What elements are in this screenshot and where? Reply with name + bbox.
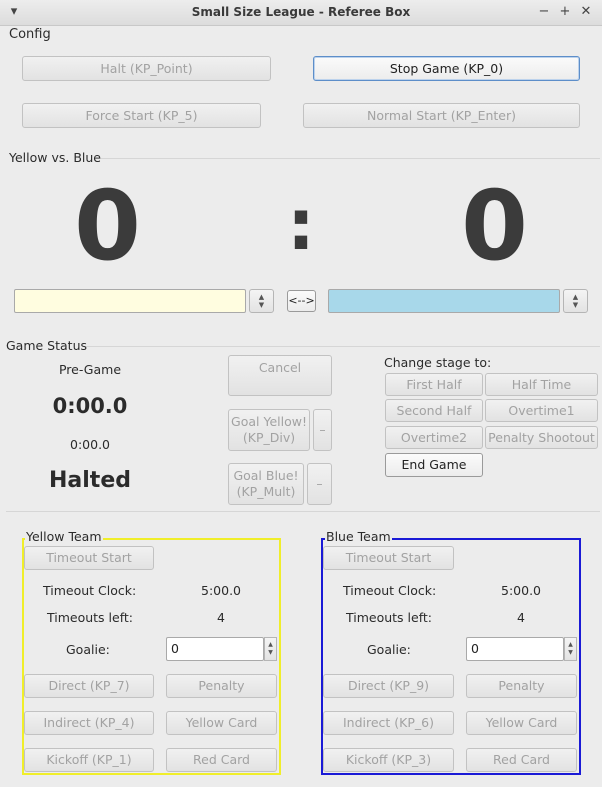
game-time-secondary: 0:00.0	[70, 437, 110, 452]
goal-blue-button[interactable]: Goal Blue! (KP_Mult)	[228, 463, 304, 505]
yellow-goalie-label: Goalie:	[66, 642, 110, 657]
blue-team-title: Blue Team	[325, 529, 392, 544]
yellow-team-name-field[interactable]	[14, 289, 246, 313]
chevron-up-icon: ▲	[572, 293, 579, 301]
chevron-down-icon: ▼	[572, 301, 579, 309]
blue-direct-button[interactable]: Direct (KP_9)	[323, 674, 454, 698]
end-game-button[interactable]: End Game	[385, 453, 483, 477]
blue-kickoff-button[interactable]: Kickoff (KP_3)	[323, 748, 454, 772]
chevron-up-icon: ▲	[268, 641, 273, 648]
blue-goalie-spinner[interactable]: ▲ ▼	[564, 637, 577, 661]
blue-team-name-field[interactable]	[328, 289, 560, 313]
stop-game-button[interactable]: Stop Game (KP_0)	[313, 56, 580, 81]
yellow-timeouts-left-label: Timeouts left:	[47, 610, 134, 625]
force-start-button[interactable]: Force Start (KP_5)	[22, 103, 261, 128]
status-bottom-line	[6, 511, 600, 512]
cancel-button[interactable]: Cancel	[228, 355, 332, 396]
blue-timeout-clock: 5:00.0	[501, 583, 541, 598]
window-title: Small Size League - Referee Box	[191, 5, 411, 19]
blue-team-spinner[interactable]: ▲ ▼	[563, 289, 588, 313]
goal-yellow-button[interactable]: Goal Yellow! (KP_Div)	[228, 409, 310, 451]
stage-label: Pre-Game	[58, 362, 122, 377]
yellow-team-title: Yellow Team	[25, 529, 103, 544]
blue-timeouts-left-label: Timeouts left:	[346, 610, 433, 625]
game-time-main: 0:00.0	[52, 394, 128, 418]
yellow-yellow-card-button[interactable]: Yellow Card	[166, 711, 277, 735]
chevron-up-icon: ▲	[568, 641, 573, 648]
minimize-icon[interactable]: −	[536, 4, 552, 19]
chevron-down-icon: ▼	[268, 649, 273, 656]
blue-red-card-button[interactable]: Red Card	[466, 748, 577, 772]
change-stage-label: Change stage to:	[384, 355, 492, 370]
blue-goalie-label: Goalie:	[367, 642, 411, 657]
yellow-indirect-button[interactable]: Indirect (KP_4)	[24, 711, 154, 735]
overtime1-button[interactable]: Overtime1	[485, 399, 598, 422]
yellow-goal-minus-button[interactable]: –	[313, 409, 332, 451]
penalty-shootout-button[interactable]: Penalty Shootout	[485, 426, 598, 449]
blue-goalie-input[interactable]: 0	[466, 637, 564, 661]
yellow-timeouts-left: 4	[217, 610, 225, 625]
score-separator: :	[287, 184, 315, 266]
score-group-title: Yellow vs. Blue	[9, 150, 101, 165]
blue-timeouts-left: 4	[517, 610, 525, 625]
yellow-penalty-button[interactable]: Penalty	[166, 674, 277, 698]
yellow-timeout-clock: 5:00.0	[201, 583, 241, 598]
config-menu[interactable]: Config	[9, 27, 51, 42]
blue-indirect-button[interactable]: Indirect (KP_6)	[323, 711, 454, 735]
yellow-goalie-spinner[interactable]: ▲ ▼	[264, 637, 277, 661]
yellow-score: 0	[74, 170, 141, 282]
chevron-down-icon: ▼	[568, 649, 573, 656]
yellow-timeout-clock-label: Timeout Clock:	[43, 583, 137, 598]
chevron-down-icon: ▼	[258, 301, 265, 309]
status-group-line	[86, 346, 600, 347]
blue-penalty-button[interactable]: Penalty	[466, 674, 577, 698]
overtime2-button[interactable]: Overtime2	[385, 426, 483, 449]
yellow-red-card-button[interactable]: Red Card	[166, 748, 277, 772]
title-bar: ▾ Small Size League - Referee Box − + ✕	[0, 0, 602, 26]
yellow-kickoff-button[interactable]: Kickoff (KP_1)	[24, 748, 154, 772]
score-group-line	[96, 158, 600, 159]
halt-button[interactable]: Halt (KP_Point)	[22, 56, 271, 81]
half-time-button[interactable]: Half Time	[485, 373, 598, 396]
yellow-team-spinner[interactable]: ▲ ▼	[249, 289, 274, 313]
chevron-up-icon: ▲	[258, 293, 265, 301]
first-half-button[interactable]: First Half	[385, 373, 483, 396]
blue-timeout-clock-label: Timeout Clock:	[343, 583, 437, 598]
maximize-icon[interactable]: +	[557, 4, 573, 19]
yellow-goalie-input[interactable]: 0	[166, 637, 264, 661]
blue-yellow-card-button[interactable]: Yellow Card	[466, 711, 577, 735]
blue-timeout-start-button[interactable]: Timeout Start	[323, 546, 454, 570]
yellow-timeout-start-button[interactable]: Timeout Start	[24, 546, 154, 570]
second-half-button[interactable]: Second Half	[385, 399, 483, 422]
yellow-direct-button[interactable]: Direct (KP_7)	[24, 674, 154, 698]
blue-goal-minus-button[interactable]: –	[307, 463, 332, 505]
swap-teams-button[interactable]: <-->	[287, 290, 316, 312]
close-icon[interactable]: ✕	[578, 4, 594, 19]
status-group-title: Game Status	[6, 338, 88, 353]
normal-start-button[interactable]: Normal Start (KP_Enter)	[303, 103, 580, 128]
game-state: Halted	[49, 468, 131, 493]
blue-score: 0	[461, 170, 528, 282]
